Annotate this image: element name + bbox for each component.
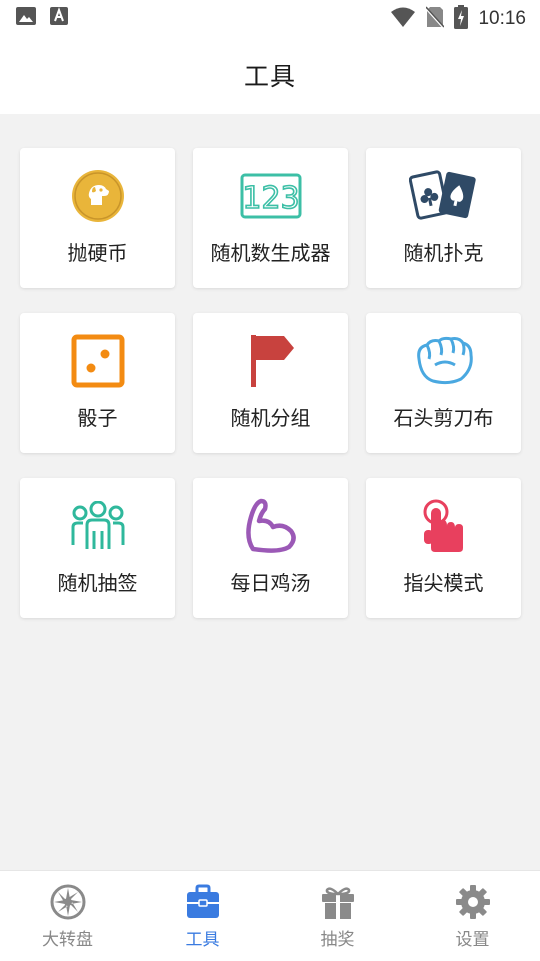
- tool-label: 随机抽签: [57, 571, 138, 595]
- tool-card-fingertip[interactable]: 指尖模式: [366, 478, 521, 618]
- nav-label: 设置: [455, 930, 490, 950]
- gear-icon: [405, 884, 540, 920]
- tool-label: 随机数生成器: [210, 241, 331, 265]
- image-notification-icon: [16, 7, 36, 29]
- wheel-icon: [0, 884, 135, 920]
- nav-item-wheel[interactable]: 大转盘: [0, 871, 135, 961]
- nav-label: 大转盘: [42, 930, 93, 950]
- app-header: 工具: [0, 36, 540, 114]
- tool-card-dice[interactable]: 骰子: [20, 313, 175, 453]
- status-bar: 10:16: [0, 0, 540, 36]
- bottom-nav: 大转盘 工具 抽奖 设置: [0, 870, 540, 961]
- tool-label: 指尖模式: [403, 571, 484, 595]
- tool-label: 随机分组: [230, 406, 311, 430]
- page-title: 工具: [243, 62, 296, 91]
- people-group-icon: [20, 498, 175, 554]
- status-time: 10:16: [478, 8, 526, 29]
- gift-icon: [270, 884, 405, 920]
- nav-item-lottery[interactable]: 抽奖: [270, 871, 405, 961]
- tool-card-random-number[interactable]: 123 随机数生成器: [193, 148, 348, 288]
- flag-icon: [193, 333, 348, 389]
- nav-item-tools[interactable]: 工具: [135, 871, 270, 961]
- nav-item-settings[interactable]: 设置: [405, 871, 540, 961]
- tool-card-poker[interactable]: 随机扑克: [366, 148, 521, 288]
- battery-charging-icon: [454, 5, 469, 33]
- number-123-icon: 123: [193, 168, 348, 224]
- tool-label: 抛硬币: [67, 241, 128, 265]
- tools-grid: 抛硬币 123 随机数生成器 随机扑克 骰子 随机分组 石头剪刀布 随机抽签 每…: [20, 148, 521, 618]
- tool-label: 石头剪刀布: [393, 406, 494, 430]
- nav-label: 工具: [185, 930, 220, 950]
- tool-label: 随机扑克: [403, 241, 484, 265]
- tool-label: 每日鸡汤: [230, 571, 311, 595]
- tool-card-coin[interactable]: 抛硬币: [20, 148, 175, 288]
- tool-label: 骰子: [77, 406, 118, 430]
- fist-icon: [366, 333, 521, 389]
- dice-icon: [20, 333, 175, 389]
- tool-card-random-group[interactable]: 随机分组: [193, 313, 348, 453]
- svg-text:123: 123: [242, 181, 299, 216]
- playing-cards-icon: [366, 168, 521, 224]
- nav-label: 抽奖: [320, 930, 355, 950]
- muscle-arm-icon: [193, 498, 348, 554]
- no-sim-icon: [425, 6, 446, 32]
- finger-tap-icon: [366, 498, 521, 554]
- toolbox-icon: [135, 884, 270, 920]
- tool-card-rock-paper-scissors[interactable]: 石头剪刀布: [366, 313, 521, 453]
- tool-card-daily-quote[interactable]: 每日鸡汤: [193, 478, 348, 618]
- coin-dog-icon: [20, 168, 175, 224]
- font-notification-icon: [50, 7, 68, 29]
- wifi-icon: [390, 6, 416, 32]
- tool-card-random-draw[interactable]: 随机抽签: [20, 478, 175, 618]
